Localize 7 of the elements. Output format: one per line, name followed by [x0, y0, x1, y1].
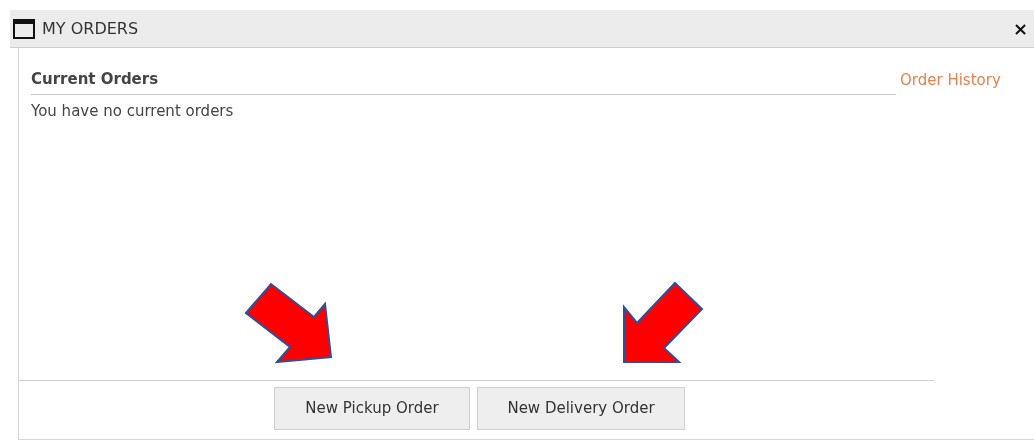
section-title: Current Orders [31, 68, 896, 95]
order-button[interactable]: New Delivery Order [477, 387, 685, 430]
window-icon [13, 18, 35, 39]
window-title: MY ORDERS [42, 17, 139, 40]
empty-message: You have no current orders [30, 100, 235, 122]
close-button[interactable]: × [1012, 19, 1028, 38]
order-button[interactable]: New Pickup Order [274, 387, 470, 430]
